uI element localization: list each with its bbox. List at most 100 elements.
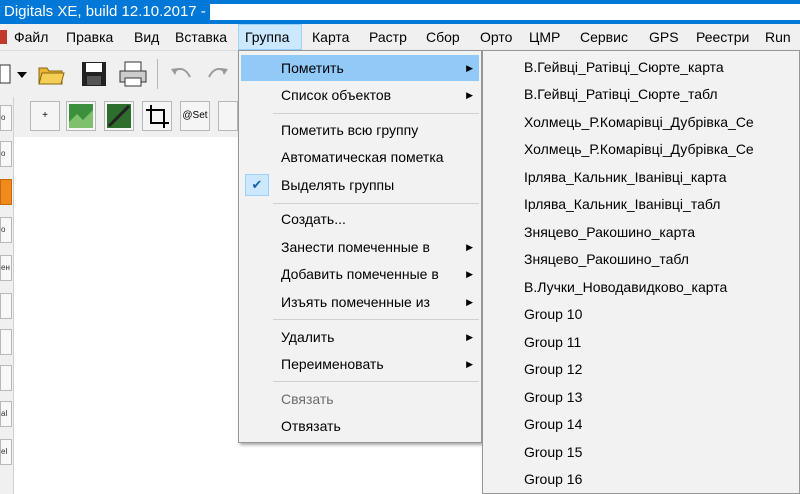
window-title: Digitals XE, build 12.10.2017 -: [4, 3, 206, 20]
menu-edit[interactable]: Правка: [60, 24, 119, 50]
submenu-group-item[interactable]: Group 12: [485, 356, 799, 383]
submenu-group-item[interactable]: Group 11: [485, 329, 799, 356]
menu-item-label: Выделять группы: [281, 177, 395, 193]
submenu-arrow-icon: ▶: [466, 359, 473, 369]
submenu-arrow-icon: ▶: [466, 332, 473, 342]
menu-item-label: Автоматическая пометка: [281, 149, 444, 165]
raster-edit-icon[interactable]: [104, 101, 134, 131]
menu-registry[interactable]: Реестри: [690, 24, 755, 50]
menu-separator: [273, 381, 479, 382]
menu-item-label: Занести помеченные в: [281, 239, 430, 255]
add-button[interactable]: +: [30, 101, 60, 131]
menu-item-label: Переименовать: [281, 356, 384, 372]
raster-image-icon[interactable]: [66, 101, 96, 131]
new-file-icon[interactable]: [0, 59, 14, 89]
submenu-group-item[interactable]: В.Лучки_Новодавидково_карта: [485, 274, 799, 301]
menu-file[interactable]: Файл: [8, 24, 54, 50]
submenu-arrow-icon: ▶: [466, 242, 473, 252]
pencil-tool-icon[interactable]: [0, 365, 12, 391]
submenu-group-item[interactable]: Group 10: [485, 301, 799, 328]
menu-item-create[interactable]: Создать...: [241, 206, 479, 232]
menu-item-auto-mark[interactable]: Автоматическая пометка: [241, 144, 479, 170]
menu-item-label: Список объектов: [281, 87, 392, 103]
left-tool-3[interactable]: o: [0, 217, 12, 243]
document-tool-icon[interactable]: [0, 329, 12, 355]
menu-item-mark[interactable]: Пометить ▶: [241, 55, 479, 81]
menu-item-label: Добавить помеченные в: [281, 266, 439, 282]
menu-view[interactable]: Вид: [128, 24, 165, 50]
menu-item-label: Пометить: [281, 60, 344, 76]
menu-dem[interactable]: ЦМР: [523, 24, 566, 50]
new-dropdown-icon[interactable]: [15, 59, 29, 89]
menu-item-label: Удалить: [281, 329, 335, 345]
redo-icon[interactable]: [203, 59, 233, 89]
menu-item-label: Связать: [281, 391, 334, 407]
menu-insert[interactable]: Вставка: [169, 24, 233, 50]
checkmark-icon: ✔: [251, 177, 263, 192]
menu-raster[interactable]: Растр: [363, 24, 413, 50]
submenu-group-item[interactable]: Group 15: [485, 439, 799, 466]
submenu-group-item[interactable]: Ірлява_Кальник_Іванівці_карта: [485, 164, 799, 191]
menu-item-label: Создать...: [281, 211, 346, 227]
menu-separator: [273, 113, 479, 114]
menu-run[interactable]: Run: [759, 24, 797, 50]
submenu-group-item[interactable]: В.Гейвці_Ратівці_Сюрте_карта: [485, 54, 799, 81]
redacted-title-area: [210, 4, 800, 20]
zoom-tool-icon[interactable]: [0, 293, 12, 319]
submenu-group-item[interactable]: Зняцево_Ракошино_карта: [485, 219, 799, 246]
submenu-arrow-icon: ▶: [466, 269, 473, 279]
menu-item-mark-whole-group[interactable]: Пометить всю группу: [241, 117, 479, 143]
menu-collect[interactable]: Сбор: [420, 24, 466, 50]
menu-bar: Файл Правка Вид Вставка Группа Карта Рас…: [0, 24, 800, 51]
submenu-group-item[interactable]: Холмець_Р.Комарівці_Дубрівка_Се: [485, 136, 799, 163]
menu-separator: [273, 203, 479, 204]
left-tool-1[interactable]: o: [0, 105, 12, 131]
set-button[interactable]: @Set: [180, 101, 210, 131]
submenu-arrow-icon: ▶: [466, 90, 473, 100]
left-tool-6[interactable]: el: [0, 439, 12, 465]
print-icon[interactable]: [118, 59, 148, 89]
left-tool-strip: o o o ен al el: [0, 97, 14, 494]
left-tool-4[interactable]: ен: [0, 255, 12, 281]
app-icon[interactable]: [0, 30, 7, 44]
menu-item-link: Связать: [241, 386, 479, 412]
menu-item-add-marked-to[interactable]: Добавить помеченные в ▶: [241, 261, 479, 287]
submenu-group-item[interactable]: Зняцево_Ракошино_табл: [485, 246, 799, 273]
undo-icon[interactable]: [166, 59, 196, 89]
open-folder-icon[interactable]: [36, 59, 66, 89]
submenu-group-item[interactable]: Group 16: [485, 466, 799, 493]
crop-icon[interactable]: [142, 101, 172, 131]
menu-item-rename[interactable]: Переименовать ▶: [241, 351, 479, 377]
left-tool-5[interactable]: al: [0, 401, 12, 427]
menu-item-unlink[interactable]: Отвязать: [241, 413, 479, 439]
menu-item-delete[interactable]: Удалить ▶: [241, 324, 479, 350]
menu-separator: [273, 319, 479, 320]
left-tool-2[interactable]: o: [0, 141, 12, 167]
group-dropdown-menu: Пометить ▶ Список объектов ▶ Пометить вс…: [238, 50, 482, 443]
menu-item-label: Изъять помеченные из: [281, 294, 430, 310]
menu-item-label: Пометить всю группу: [281, 122, 419, 138]
active-tool-icon[interactable]: [0, 179, 12, 205]
menu-service[interactable]: Сервис: [574, 24, 634, 50]
menu-gps[interactable]: GPS: [643, 24, 685, 50]
menu-item-select-groups[interactable]: ✔ Выделять группы: [241, 172, 479, 198]
menu-item-object-list[interactable]: Список объектов ▶: [241, 82, 479, 108]
menu-map[interactable]: Карта: [306, 24, 355, 50]
save-icon[interactable]: [79, 59, 109, 89]
submenu-group-item[interactable]: Group 14: [485, 411, 799, 438]
submenu-group-item[interactable]: Group 13: [485, 384, 799, 411]
menu-ortho[interactable]: Орто: [474, 24, 518, 50]
submenu-group-item[interactable]: Ірлява_Кальник_Іванівці_табл: [485, 191, 799, 218]
menu-group[interactable]: Группа: [238, 24, 302, 50]
submenu-arrow-icon: ▶: [466, 63, 473, 73]
submenu-arrow-icon: ▶: [466, 297, 473, 307]
submenu-group-item[interactable]: В.Гейвці_Ратівці_Сюрте_табл: [485, 81, 799, 108]
title-bar: Digitals XE, build 12.10.2017 -: [0, 0, 800, 24]
menu-item-remove-marked-from[interactable]: Изъять помеченные из ▶: [241, 289, 479, 315]
mark-submenu: В.Гейвці_Ратівці_Сюрте_карта В.Гейвці_Ра…: [482, 50, 800, 494]
toolbar-separator: [157, 59, 158, 89]
more-tools-button[interactable]: [218, 101, 238, 131]
menu-item-put-marked-to[interactable]: Занести помеченные в ▶: [241, 234, 479, 260]
menu-item-label: Отвязать: [281, 418, 341, 434]
submenu-group-item[interactable]: Холмець_Р.Комарівці_Дубрівка_Се: [485, 109, 799, 136]
